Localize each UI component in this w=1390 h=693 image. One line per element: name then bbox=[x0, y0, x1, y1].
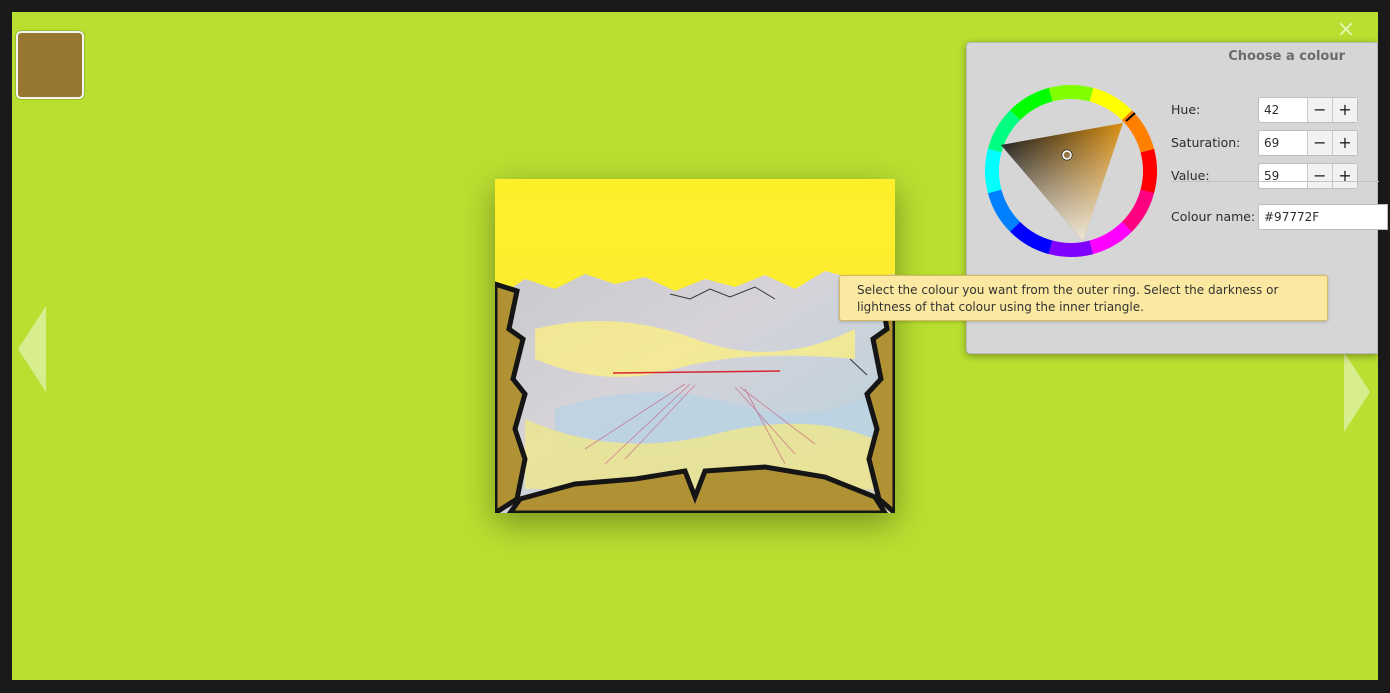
painting-illustration bbox=[495, 179, 895, 513]
saturation-spinbutton[interactable]: 69 − + bbox=[1258, 130, 1358, 156]
colour-wheel[interactable] bbox=[983, 83, 1159, 259]
saturation-input[interactable]: 69 bbox=[1259, 131, 1307, 155]
close-icon[interactable]: × bbox=[1334, 18, 1358, 42]
value-input[interactable]: 59 bbox=[1259, 164, 1307, 188]
hue-decrement-button[interactable]: − bbox=[1306, 98, 1332, 122]
hue-label: Hue: bbox=[1171, 102, 1201, 117]
value-increment-button[interactable]: + bbox=[1331, 164, 1357, 188]
colour-name-label: Colour name: bbox=[1171, 209, 1256, 224]
next-arrow-icon[interactable] bbox=[1344, 352, 1370, 432]
hue-input[interactable]: 42 bbox=[1259, 98, 1307, 122]
saturation-label: Saturation: bbox=[1171, 135, 1241, 150]
hue-increment-button[interactable]: + bbox=[1331, 98, 1357, 122]
value-decrement-button[interactable]: − bbox=[1306, 164, 1332, 188]
saturation-increment-button[interactable]: + bbox=[1331, 131, 1357, 155]
selected-colour-swatch[interactable] bbox=[16, 31, 84, 99]
dialog-title: Choose a colour bbox=[1228, 49, 1345, 64]
value-spinbutton[interactable]: 59 − + bbox=[1258, 163, 1358, 189]
saturation-decrement-button[interactable]: − bbox=[1306, 131, 1332, 155]
hue-spinbutton[interactable]: 42 − + bbox=[1258, 97, 1358, 123]
value-label: Value: bbox=[1171, 168, 1210, 183]
separator bbox=[1171, 181, 1379, 182]
painting-image bbox=[495, 179, 895, 513]
previous-arrow-icon[interactable] bbox=[18, 306, 46, 392]
colour-name-input[interactable]: #97772F bbox=[1258, 204, 1388, 230]
colour-wheel-tooltip: Select the colour you want from the oute… bbox=[839, 275, 1328, 321]
